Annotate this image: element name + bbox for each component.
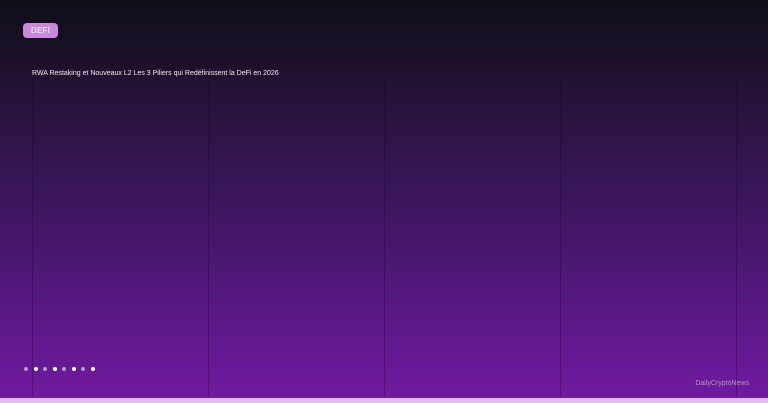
- carousel-dot[interactable]: [43, 367, 47, 371]
- column-divider: [560, 78, 561, 397]
- carousel-dot[interactable]: [90, 367, 95, 371]
- site-brand: DailyCryptoNews: [695, 380, 749, 387]
- carousel-pagination: [24, 366, 100, 372]
- carousel-dot[interactable]: [62, 367, 66, 371]
- slide-headline[interactable]: RWA Restaking et Nouveaux L2 Les 3 Pilie…: [32, 69, 279, 79]
- slide-progress-bar: [0, 398, 768, 403]
- carousel-dot[interactable]: [71, 367, 76, 371]
- carousel-dot[interactable]: [33, 367, 38, 371]
- carousel-dot[interactable]: [24, 367, 28, 371]
- carousel-dot[interactable]: [81, 367, 85, 371]
- category-badge[interactable]: DEFI: [23, 23, 59, 38]
- hero-slider[interactable]: DEFI RWA Restaking et Nouveaux L2 Les 3 …: [0, 0, 768, 403]
- column-divider: [384, 78, 385, 397]
- column-divider: [208, 78, 209, 397]
- column-divider: [32, 78, 33, 397]
- carousel-dot[interactable]: [52, 367, 57, 371]
- column-divider: [736, 78, 737, 397]
